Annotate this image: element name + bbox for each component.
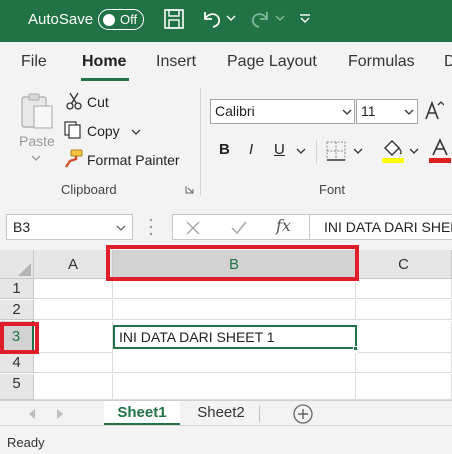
sheet-tab-sheet2[interactable]: Sheet2 (184, 401, 258, 426)
undo-dropdown-icon[interactable] (226, 13, 236, 23)
select-all-corner[interactable] (0, 250, 34, 279)
scroll-sheets-right-icon[interactable] (56, 409, 64, 419)
column-header-c[interactable]: C (356, 250, 452, 279)
cell-a4[interactable] (34, 353, 113, 373)
enter-check-icon[interactable] (230, 220, 248, 236)
fill-color-icon[interactable] (381, 138, 405, 164)
cell-c5[interactable] (356, 374, 452, 400)
paste-icon[interactable] (19, 92, 55, 130)
name-box[interactable]: B3 (6, 214, 133, 240)
cell-b5[interactable] (113, 374, 356, 400)
autosave-state: Off (120, 11, 138, 27)
cell-b4[interactable] (113, 353, 356, 373)
cut-label[interactable]: Cut (87, 94, 109, 110)
redo-icon[interactable] (248, 8, 272, 30)
redo-dropdown-icon[interactable] (275, 13, 285, 23)
tab-formulas[interactable]: Formulas (348, 53, 415, 71)
spreadsheet-grid: A B C 1 2 3 4 5 INI DATA DARI SHEET 1 (0, 245, 452, 400)
tab-file[interactable]: File (21, 53, 47, 71)
formula-bar-grip-icon[interactable] (148, 216, 154, 238)
cancel-icon[interactable] (185, 220, 201, 236)
underline-dropdown-icon[interactable] (296, 147, 306, 155)
cell-a1[interactable] (34, 279, 113, 299)
font-divider (316, 140, 317, 164)
underline-button[interactable]: U (274, 141, 285, 158)
copy-label[interactable]: Copy (87, 123, 120, 139)
formula-input[interactable]: INI DATA DARI SHEET 1 (310, 214, 452, 240)
ribbon: Paste Cut Copy Format Painter Clipboard … (0, 82, 452, 200)
sheet-tab-divider (259, 406, 260, 422)
cell-a5[interactable] (34, 374, 113, 400)
sheet-tab-bar: Sheet1 Sheet2 (0, 400, 452, 426)
cell-c3[interactable] (358, 321, 452, 353)
select-all-triangle-icon (18, 263, 31, 276)
font-color-icon[interactable] (428, 138, 452, 164)
font-size-dropdown-icon[interactable] (404, 108, 414, 116)
bold-button[interactable]: B (219, 141, 230, 158)
cell-b1[interactable] (113, 279, 356, 299)
title-bar: AutoSave Off (0, 0, 452, 42)
borders-icon[interactable] (325, 140, 347, 162)
cell-b3[interactable]: INI DATA DARI SHEET 1 (113, 325, 357, 349)
tab-home[interactable]: Home (82, 53, 126, 71)
tab-insert[interactable]: Insert (156, 53, 196, 71)
copy-dropdown-icon[interactable] (131, 128, 141, 136)
save-icon[interactable] (163, 8, 185, 30)
cell-b2[interactable] (113, 300, 356, 320)
group-divider (200, 88, 201, 196)
scroll-sheets-left-icon[interactable] (28, 409, 36, 419)
ribbon-tabs: File Home Insert Page Layout Formulas D (0, 42, 452, 82)
formula-content: INI DATA DARI SHEET 1 (324, 219, 452, 235)
active-tab-indicator (81, 78, 129, 81)
name-box-value: B3 (13, 219, 31, 235)
cell-c1[interactable] (356, 279, 452, 299)
sheet-tab-sheet1[interactable]: Sheet1 (104, 401, 180, 426)
toggle-knob (103, 13, 115, 26)
customize-qat-icon[interactable] (298, 12, 312, 26)
font-name-value: Calibri (215, 103, 255, 119)
formula-actions: fx (172, 214, 310, 240)
cell-c4[interactable] (356, 353, 452, 373)
cut-icon[interactable] (66, 92, 82, 110)
font-group-label: Font (319, 182, 346, 197)
font-name-box[interactable]: Calibri (210, 99, 355, 124)
cell-a3[interactable] (34, 321, 113, 353)
italic-button[interactable]: I (249, 141, 253, 158)
tab-data-partial[interactable]: D (444, 53, 452, 71)
format-painter-label[interactable]: Format Painter (87, 152, 180, 168)
copy-icon[interactable] (63, 120, 83, 140)
row-3-highlight-box (0, 322, 39, 354)
insert-function-button[interactable]: fx (276, 216, 291, 235)
column-b-highlight-box (106, 245, 359, 281)
autosave-toggle[interactable]: Off (98, 9, 144, 30)
paste-dropdown-icon[interactable] (31, 154, 41, 162)
clipboard-launcher-icon[interactable] (185, 185, 194, 194)
clipboard-group-label: Clipboard (61, 182, 117, 197)
row-header-1[interactable]: 1 (0, 279, 34, 299)
paste-label[interactable]: Paste (19, 133, 55, 149)
status-text: Ready (7, 435, 45, 450)
sheet-tab-label: Sheet2 (197, 404, 245, 421)
cell-b3-value: INI DATA DARI SHEET 1 (119, 329, 275, 345)
new-sheet-icon[interactable] (292, 403, 314, 425)
row-header-5[interactable]: 5 (0, 374, 34, 400)
cell-c2[interactable] (356, 300, 452, 320)
row-header-2[interactable]: 2 (0, 300, 34, 320)
status-bar: Ready (0, 425, 452, 454)
fill-color-dropdown-icon[interactable] (409, 147, 419, 155)
tab-page-layout[interactable]: Page Layout (227, 53, 317, 71)
increase-font-size-icon[interactable] (424, 99, 444, 121)
borders-dropdown-icon[interactable] (353, 147, 363, 155)
column-header-a[interactable]: A (34, 250, 113, 279)
formula-bar: B3 fx INI DATA DARI SHEET 1 (0, 200, 452, 250)
cell-a2[interactable] (34, 300, 113, 320)
sheet-tab-label: Sheet1 (117, 404, 167, 421)
undo-icon[interactable] (200, 8, 224, 30)
autosave-label: AutoSave (28, 11, 94, 28)
name-box-dropdown-icon[interactable] (116, 224, 126, 232)
font-name-dropdown-icon[interactable] (342, 108, 352, 116)
font-size-value: 11 (361, 103, 376, 119)
format-painter-icon[interactable] (63, 149, 83, 169)
row-header-4[interactable]: 4 (0, 353, 34, 373)
